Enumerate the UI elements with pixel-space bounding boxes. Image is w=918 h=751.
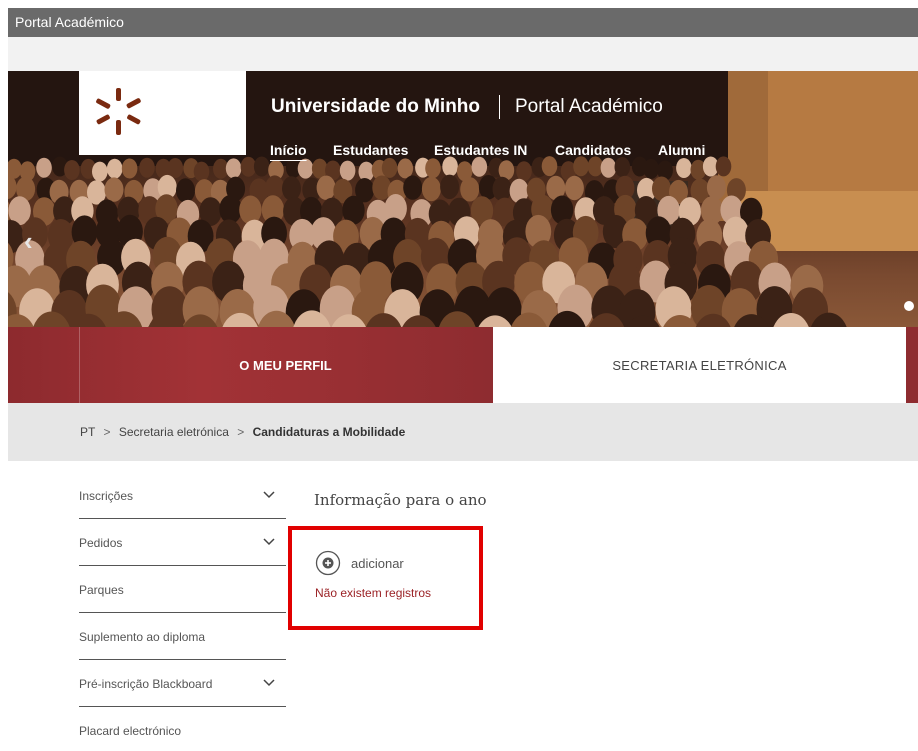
- sidebar-item-blackboard[interactable]: Pré-inscrição Blackboard: [79, 660, 286, 707]
- tab-secretaria-eletronica[interactable]: SECRETARIA ELETRÓNICA: [493, 327, 906, 403]
- nav-alumni[interactable]: Alumni: [658, 142, 705, 158]
- chevron-down-icon[interactable]: [262, 488, 276, 502]
- sidebar-item-label: Placard electrónico: [79, 724, 182, 738]
- breadcrumb-separator: >: [237, 425, 245, 439]
- breadcrumb-root[interactable]: PT: [80, 425, 95, 439]
- chevron-left-icon[interactable]: ‹: [24, 226, 33, 257]
- empty-message: Não existem registros: [315, 586, 432, 600]
- portal-name[interactable]: Portal Académico: [515, 96, 663, 118]
- chevron-down-icon[interactable]: [262, 535, 276, 549]
- nav-candidatos[interactable]: Candidatos: [555, 142, 631, 158]
- breadcrumb-bar: PT > Secretaria eletrónica > Candidatura…: [8, 403, 918, 461]
- content-title: Informação para o ano: [314, 491, 487, 509]
- nav-estudantes-in[interactable]: Estudantes IN: [434, 142, 527, 158]
- chevron-down-icon[interactable]: [262, 676, 276, 690]
- sidebar-menu: Inscrições Pedidos Parques Suplemento ao…: [79, 472, 286, 751]
- sidebar-item-label: Parques: [79, 583, 124, 597]
- university-logo[interactable]: [79, 71, 246, 155]
- nav-estudantes[interactable]: Estudantes: [333, 142, 408, 158]
- breadcrumb-separator: >: [103, 425, 111, 439]
- sidebar-item-suplemento[interactable]: Suplemento ao diploma: [79, 613, 286, 660]
- window-titlebar: Portal Académico: [8, 8, 918, 37]
- breadcrumb: PT > Secretaria eletrónica > Candidatura…: [80, 425, 405, 439]
- breadcrumb-current: Candidaturas a Mobilidade: [252, 425, 406, 439]
- add-button-label: adicionar: [351, 555, 404, 571]
- toolbar-strip: [8, 37, 918, 71]
- tab-secretaria-label: SECRETARIA ELETRÓNICA: [612, 358, 787, 373]
- nav-inicio[interactable]: Início: [270, 142, 307, 158]
- uminho-logo-icon: [96, 88, 141, 135]
- breadcrumb-section[interactable]: Secretaria eletrónica: [119, 425, 229, 439]
- carousel-indicator[interactable]: [904, 301, 914, 311]
- sidebar-item-placard[interactable]: Placard electrónico: [79, 707, 286, 751]
- brand-divider: [499, 95, 500, 119]
- sidebar-item-label: Inscrições: [79, 489, 134, 503]
- sidebar-item-pedidos[interactable]: Pedidos: [79, 519, 286, 566]
- tab-edge: [906, 327, 918, 403]
- tab-meu-perfil-label: O MEU PERFIL: [239, 358, 332, 373]
- tab-meu-perfil[interactable]: O MEU PERFIL: [8, 327, 493, 403]
- window-title: Portal Académico: [15, 14, 124, 30]
- add-button[interactable]: adicionar: [315, 550, 404, 576]
- university-name[interactable]: Universidade do Minho: [271, 96, 480, 118]
- sidebar-item-label: Pedidos: [79, 536, 123, 550]
- sidebar-item-inscricoes[interactable]: Inscrições: [79, 472, 286, 519]
- plus-circle-icon[interactable]: [315, 550, 341, 576]
- highlight-box: [288, 526, 483, 630]
- sidebar-item-label: Pré-inscrição Blackboard: [79, 677, 213, 691]
- sidebar-item-parques[interactable]: Parques: [79, 566, 286, 613]
- sidebar-item-label: Suplemento ao diploma: [79, 630, 206, 644]
